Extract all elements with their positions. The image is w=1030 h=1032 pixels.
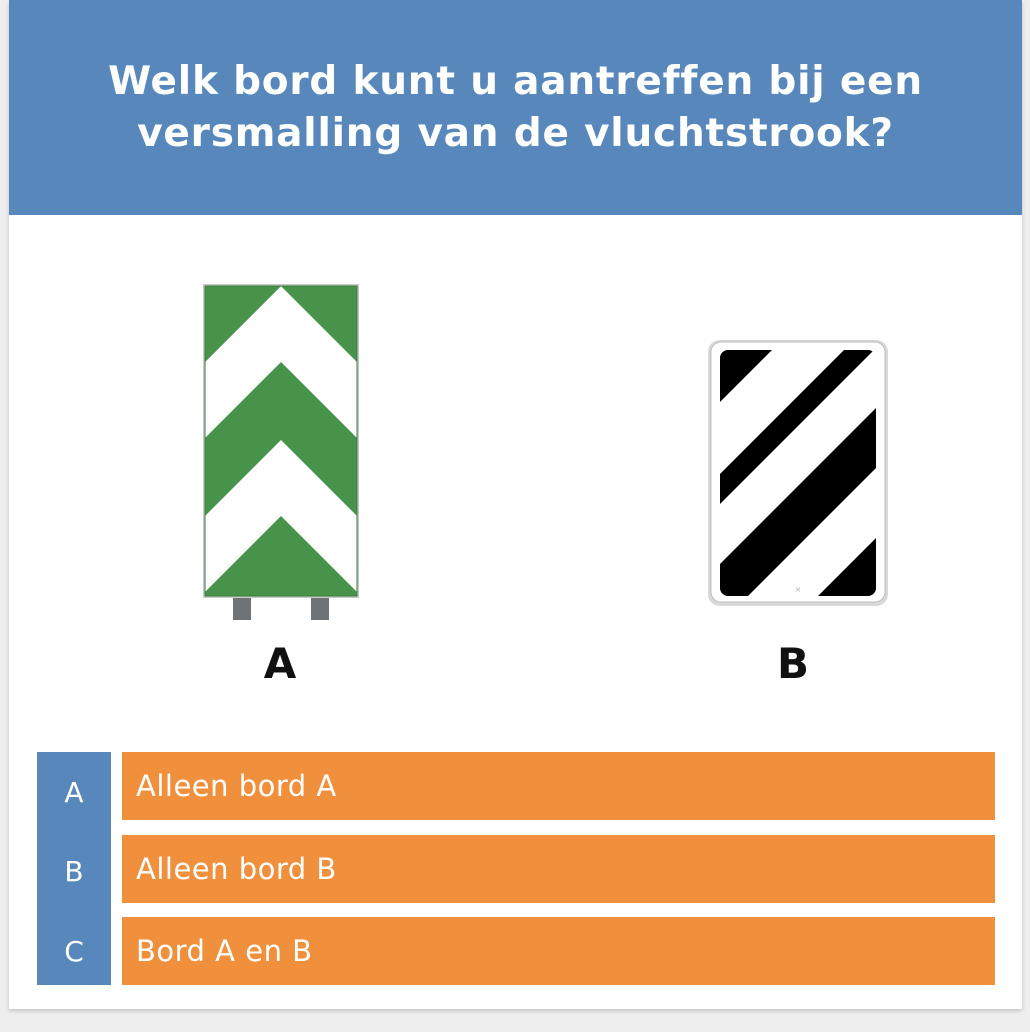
answer-option-a[interactable]: Alleen bord A [122,752,995,820]
answer-option-b[interactable]: Alleen bord B [122,835,995,903]
question-card: Welk bord kunt u aantreffen bij een vers… [9,0,1022,1009]
svg-text:×: × [795,585,802,594]
answer-option-c-text: Bord A en B [136,934,313,968]
answer-letter-b: B [64,855,84,888]
sign-b-label: B [776,639,809,688]
answer-option-c[interactable]: Bord A en B [122,917,995,985]
black-diagonal-stripe-sign-icon: × [708,340,888,606]
question-text: Welk bord kunt u aantreffen bij een vers… [108,58,923,156]
answer-letters-column: A B C [37,752,111,985]
answer-letter-a: A [64,776,84,809]
answer-option-a-text: Alleen bord A [136,769,337,803]
answer-letter-c: C [64,935,84,968]
question-header: Welk bord kunt u aantreffen bij een vers… [9,0,1022,215]
answer-option-b-text: Alleen bord B [136,852,337,886]
green-chevron-sign-icon [203,284,359,620]
sign-b: × [706,338,890,610]
sign-a-label: A [263,639,297,688]
sign-a [197,282,362,622]
